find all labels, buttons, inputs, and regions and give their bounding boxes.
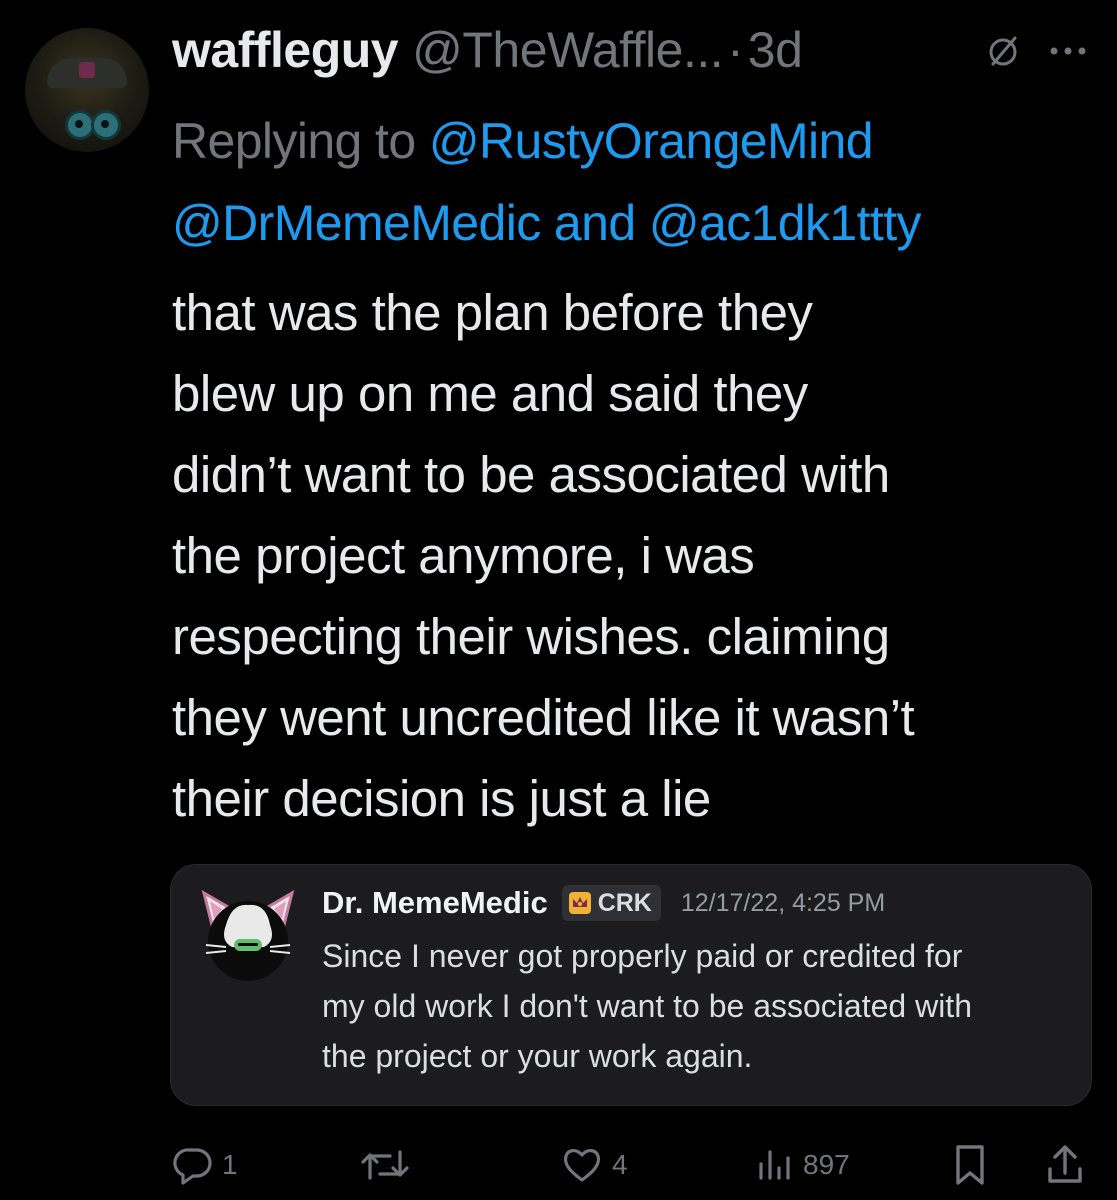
reply-mention-link[interactable]: @RustyOrangeMind [429, 113, 874, 169]
tweet-text-line: that was the plan before they [172, 284, 813, 341]
embedded-message-line: Since I never got properly paid or credi… [322, 938, 963, 974]
views-button[interactable]: 897 [755, 1135, 850, 1195]
attached-image[interactable]: Dr. MemeMedic CRK 12/17/22, 4:25 PM Sinc… [170, 864, 1092, 1106]
embedded-timestamp: 12/17/22, 4:25 PM [680, 888, 886, 917]
reply-mention-link[interactable]: @DrMemeMedic [172, 195, 541, 251]
tweet-text-line: their decision is just a lie [172, 770, 711, 827]
reply-mention-link[interactable]: @ac1dk1ttty [649, 195, 922, 251]
bookmark-icon [956, 1145, 984, 1185]
display-name[interactable]: waffleguy [172, 20, 399, 80]
embedded-author-name: Dr. MemeMedic [322, 885, 548, 920]
share-button[interactable] [1045, 1135, 1085, 1195]
avatar-eye-right [91, 110, 121, 140]
user-avatar[interactable] [25, 28, 149, 152]
tweet-header: waffleguy @TheWaffle... · 3d [172, 20, 803, 80]
tweet-text-line: they went uncredited like it wasn’t [172, 689, 915, 746]
reply-button[interactable]: 1 [172, 1135, 238, 1195]
tweet-text-line: didn’t want to be associated with [172, 446, 890, 503]
embedded-message-line: my old work I don't want to be associate… [322, 988, 972, 1024]
like-button[interactable]: 4 [560, 1135, 628, 1195]
embedded-avatar [201, 889, 295, 981]
avatar-bow [79, 62, 95, 78]
embedded-message-line: the project or your work again. [322, 1038, 753, 1074]
crown-icon [568, 892, 591, 914]
tweet-timestamp[interactable]: 3d [748, 20, 803, 80]
server-tag-badge: CRK [561, 885, 661, 921]
user-handle[interactable]: @TheWaffle... [412, 20, 724, 80]
tweet-text-line: the project anymore, i was [172, 527, 755, 584]
embedded-author-row: Dr. MemeMedic CRK 12/17/22, 4:25 PM [322, 880, 885, 926]
bookmark-button[interactable] [950, 1135, 990, 1195]
more-dots-icon[interactable] [1046, 33, 1090, 69]
views-bars-icon [759, 1150, 790, 1180]
tweet-text: that was the plan before they blew up on… [172, 272, 1102, 839]
share-icon [1048, 1145, 1082, 1183]
repost-icon [361, 1150, 409, 1180]
reply-joiner: and [553, 195, 636, 251]
server-tag-label: CRK [597, 888, 652, 917]
reply-bubble-icon [173, 1148, 212, 1185]
views-count: 897 [803, 1149, 850, 1180]
tweet-text-line: blew up on me and said they [172, 365, 808, 422]
reply-count: 1 [222, 1149, 238, 1180]
replying-prefix: Replying to [172, 113, 416, 169]
heart-icon [563, 1149, 601, 1182]
separator-dot: · [727, 22, 744, 78]
repost-button[interactable] [360, 1135, 418, 1195]
like-count: 4 [612, 1149, 628, 1180]
replying-to: Replying to @RustyOrangeMind @DrMemeMedi… [172, 100, 1092, 264]
embedded-message-text: Since I never got properly paid or credi… [322, 931, 1082, 1081]
tweet-actions: 1 4 897 [0, 1135, 1117, 1195]
slashed-circle-icon[interactable] [985, 33, 1021, 69]
tweet-text-line: respecting their wishes. claiming [172, 608, 890, 665]
